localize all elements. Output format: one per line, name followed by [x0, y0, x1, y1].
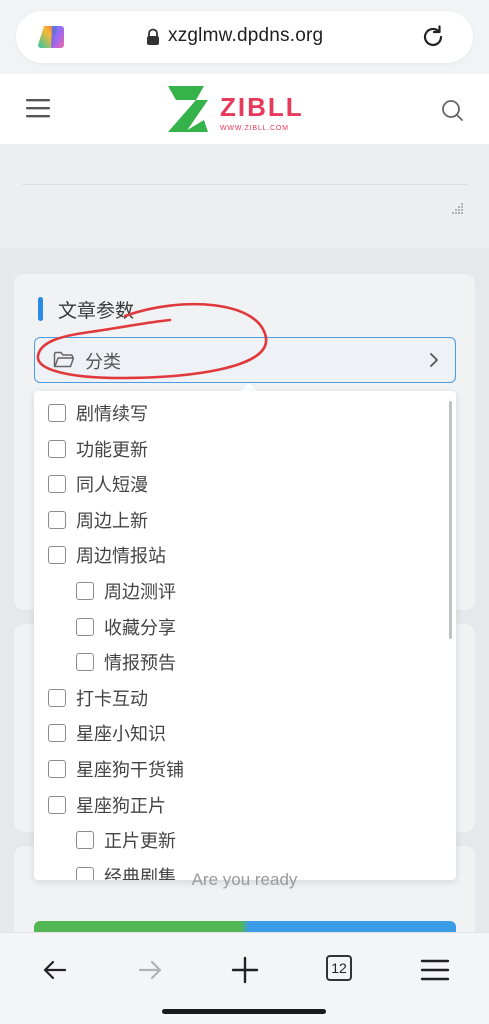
category-option-label: 周边测评 [104, 582, 176, 603]
dropdown-scrollbar[interactable] [449, 401, 452, 639]
checkbox[interactable] [48, 510, 66, 529]
category-option-label: 功能更新 [76, 439, 148, 461]
category-option[interactable]: 星座狗正片 [48, 789, 166, 821]
home-indicator [162, 1009, 326, 1014]
plus-icon[interactable] [230, 955, 260, 985]
category-option[interactable]: 周边上新 [48, 504, 148, 536]
copilot-icon[interactable] [38, 23, 68, 51]
search-icon[interactable] [440, 98, 464, 122]
logo-subtext: WWW.ZIBLL.COM [220, 125, 289, 132]
category-option[interactable]: 功能更新 [48, 433, 148, 465]
editor-divider [22, 184, 468, 185]
browser-address-area: xzglmw.dpdns.org [0, 0, 489, 74]
menu-icon[interactable] [26, 97, 52, 119]
checkbox[interactable] [76, 831, 94, 850]
hamburger-icon[interactable] [420, 955, 450, 985]
category-option-label: 星座小知识 [76, 724, 166, 746]
section-accent-bar [38, 297, 43, 321]
category-option[interactable]: 打卡互动 [48, 682, 148, 714]
category-option-label: 剧情续写 [76, 404, 148, 425]
category-option-label: 同人短漫 [76, 475, 148, 497]
folder-icon [53, 351, 75, 368]
category-dropdown[interactable]: 剧情续写功能更新同人短漫周边上新周边情报站周边测评收藏分享情报预告打卡互动星座小… [34, 391, 456, 880]
category-option[interactable]: 周边测评 [76, 575, 176, 607]
ready-text: Are you ready [191, 870, 298, 889]
category-option[interactable]: 剧情续写 [48, 397, 148, 429]
category-option[interactable]: 星座狗干货铺 [48, 753, 184, 785]
category-option-label: 正片更新 [104, 831, 176, 853]
url-text[interactable]: xzglmw.dpdns.org [168, 25, 323, 47]
chevron-right-icon [430, 353, 438, 367]
category-option-label: 打卡互动 [76, 688, 148, 710]
category-option-label: 周边情报站 [76, 546, 166, 568]
section-title: 文章参数 [58, 300, 135, 322]
category-option-label: 周边上新 [76, 510, 148, 532]
checkbox[interactable] [48, 546, 66, 565]
reload-icon[interactable] [420, 24, 446, 50]
category-option-label: 情报预告 [104, 653, 176, 675]
category-option[interactable]: 收藏分享 [76, 611, 176, 643]
back-arrow-icon[interactable] [40, 955, 70, 985]
checkbox[interactable] [48, 760, 66, 778]
editor-area[interactable] [0, 144, 489, 248]
category-option-label: 收藏分享 [104, 617, 176, 639]
checkbox[interactable] [48, 475, 66, 494]
lock-icon [147, 28, 159, 45]
site-header: ZIBLL WWW.ZIBLL.COM [0, 74, 489, 144]
logo-text: ZIBLL [220, 92, 304, 122]
category-option[interactable]: 正片更新 [76, 824, 176, 856]
address-bar[interactable]: xzglmw.dpdns.org [16, 11, 473, 63]
checkbox[interactable] [76, 617, 94, 636]
checkbox[interactable] [48, 688, 66, 707]
category-select[interactable]: 分类 [34, 337, 456, 383]
checkbox[interactable] [76, 582, 94, 600]
checkbox[interactable] [76, 653, 94, 672]
tabs-icon[interactable]: 12 [326, 955, 352, 981]
checkbox[interactable] [48, 404, 66, 422]
category-label: 分类 [85, 352, 121, 373]
forward-arrow-icon[interactable] [135, 955, 165, 985]
category-option-label: 星座狗正片 [76, 795, 166, 817]
site-logo[interactable]: ZIBLL WWW.ZIBLL.COM [166, 82, 326, 136]
category-option[interactable]: 情报预告 [76, 646, 176, 678]
checkbox[interactable] [48, 795, 66, 814]
category-option-label: 星座狗干货铺 [76, 760, 184, 781]
category-option[interactable]: 周边情报站 [48, 539, 166, 571]
category-option[interactable]: 同人短漫 [48, 468, 148, 500]
checkbox[interactable] [48, 439, 66, 458]
checkbox[interactable] [48, 724, 66, 743]
category-option[interactable]: 星座小知识 [48, 717, 166, 749]
resize-grip-icon[interactable] [452, 202, 464, 214]
